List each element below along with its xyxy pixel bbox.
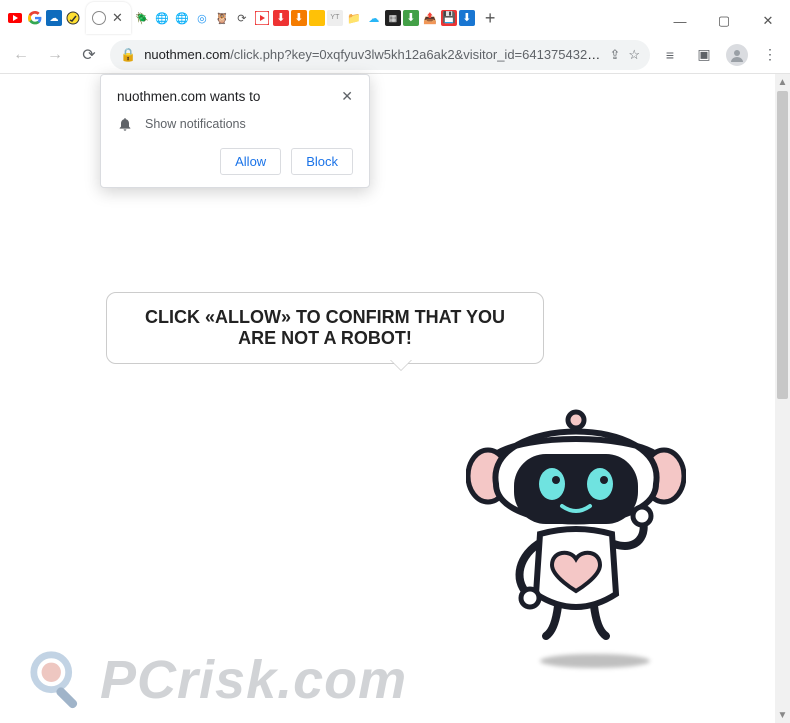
permission-origin-text: nuothmen.com wants to — [117, 89, 260, 104]
nav-back-button[interactable]: ← — [8, 42, 34, 68]
youtube-sm-icon[interactable]: YT — [327, 10, 343, 26]
speech-bubble: CLICK «ALLOW» TO CONFIRM THAT YOU ARE NO… — [106, 292, 544, 364]
download-red-icon[interactable]: ⬇ — [273, 10, 289, 26]
page-viewport: ▲ ▼ nuothmen.com wants to ✕ Show notific… — [0, 74, 790, 723]
browser-toolbar: ← → ⟳ 🔒 nuothmen.com/click.php?key=0xqfy… — [0, 36, 790, 74]
play-red-icon[interactable] — [253, 9, 271, 27]
robot-shadow — [540, 654, 650, 668]
person-icon — [730, 48, 744, 62]
permission-item-text: Show notifications — [145, 117, 246, 131]
nav-reload-button[interactable]: ⟳ — [76, 42, 102, 68]
download-blue-icon[interactable]: ⬇ — [459, 10, 475, 26]
youtube-icon[interactable] — [6, 9, 24, 27]
scroll-up-arrow-icon[interactable]: ▲ — [775, 74, 790, 90]
onedrive-icon[interactable]: ☁ — [46, 10, 62, 26]
watermark-com: .com — [277, 650, 407, 710]
bell-icon — [117, 116, 133, 132]
globe-grey-icon[interactable]: 🌐 — [153, 9, 171, 27]
window-minimize-button[interactable]: — — [658, 6, 702, 36]
download-orange-icon[interactable]: ⬇ — [291, 10, 307, 26]
address-bar[interactable]: 🔒 nuothmen.com/click.php?key=0xqfyuv3lw5… — [110, 40, 650, 70]
owl-icon[interactable]: 🦉 — [213, 9, 231, 27]
save-red-icon[interactable]: 💾 — [441, 10, 457, 26]
tab-close-button[interactable]: ✕ — [110, 10, 125, 26]
permission-allow-button[interactable]: Allow — [220, 148, 281, 175]
headline-text: CLICK «ALLOW» TO CONFIRM THAT YOU ARE NO… — [145, 307, 505, 348]
window-maximize-button[interactable]: ▢ — [702, 6, 746, 36]
download-green-icon[interactable]: ⬇ — [403, 10, 419, 26]
scroll-track[interactable] — [775, 400, 790, 708]
window-controls: — ▢ ✕ — [658, 6, 790, 36]
globe-dark-icon[interactable]: 🌐 — [173, 9, 191, 27]
cloud-icon[interactable]: ☁ — [365, 9, 383, 27]
side-panel-icon[interactable]: ▣ — [692, 43, 716, 67]
toolbar-right-cluster: ≡ ▣ ⋮ — [658, 43, 782, 67]
folder-icon[interactable]: 📁 — [345, 9, 363, 27]
lock-icon[interactable]: 🔒 — [120, 47, 136, 63]
url-path: /click.php?key=0xqfyuv3lw5kh12a6ak2&visi… — [230, 47, 601, 62]
app-dark-icon[interactable]: ▦ — [385, 10, 401, 26]
bullseye-icon[interactable]: ◎ — [193, 9, 211, 27]
bookmark-star-icon[interactable]: ☆ — [628, 47, 640, 63]
permission-close-button[interactable]: ✕ — [341, 89, 353, 103]
tab-strip: ☁ ✕ 🪲 🌐 🌐 ◎ 🦉 ⟳ ⬇ ⬇ YT 📁 ☁ ▦ ⬇ 📤 💾 ⬇ + — [0, 0, 658, 36]
app-grid-icon[interactable] — [309, 10, 325, 26]
refresh-icon[interactable]: ⟳ — [233, 9, 251, 27]
window-close-button[interactable]: ✕ — [746, 6, 790, 36]
scroll-thumb[interactable] — [777, 91, 788, 399]
nav-forward-button[interactable]: → — [42, 42, 68, 68]
watermark-risk: risk — [177, 650, 277, 710]
scroll-down-arrow-icon[interactable]: ▼ — [775, 707, 790, 723]
url-domain: nuothmen.com — [144, 47, 230, 62]
watermark-pc: PC — [100, 650, 177, 710]
bug-icon[interactable]: 🪲 — [133, 9, 151, 27]
active-tab[interactable]: ✕ — [86, 2, 131, 34]
new-tab-button[interactable]: + — [477, 8, 504, 29]
profile-avatar[interactable] — [726, 44, 748, 66]
share-icon[interactable]: ⇪ — [609, 47, 620, 63]
robot-illustration — [466, 384, 686, 644]
kebab-menu-icon[interactable]: ⋮ — [758, 43, 782, 67]
google-icon[interactable] — [26, 9, 44, 27]
url-text: nuothmen.com/click.php?key=0xqfyuv3lw5kh… — [144, 47, 601, 62]
watermark-text: PCrisk.com — [100, 649, 407, 711]
notification-permission-dialog: nuothmen.com wants to ✕ Show notificatio… — [100, 74, 370, 188]
permission-block-button[interactable]: Block — [291, 148, 353, 175]
tab-favicon-blank-icon — [92, 11, 106, 25]
watermark: PCrisk.com — [28, 649, 407, 711]
browser-titlebar: ☁ ✕ 🪲 🌐 🌐 ◎ 🦉 ⟳ ⬇ ⬇ YT 📁 ☁ ▦ ⬇ 📤 💾 ⬇ + —… — [0, 0, 790, 36]
folder-up-icon[interactable]: 📤 — [421, 9, 439, 27]
reading-list-icon[interactable]: ≡ — [658, 43, 682, 67]
vertical-scrollbar[interactable]: ▲ ▼ — [775, 74, 790, 723]
magnifier-icon — [28, 649, 90, 711]
norton-icon[interactable] — [64, 9, 82, 27]
